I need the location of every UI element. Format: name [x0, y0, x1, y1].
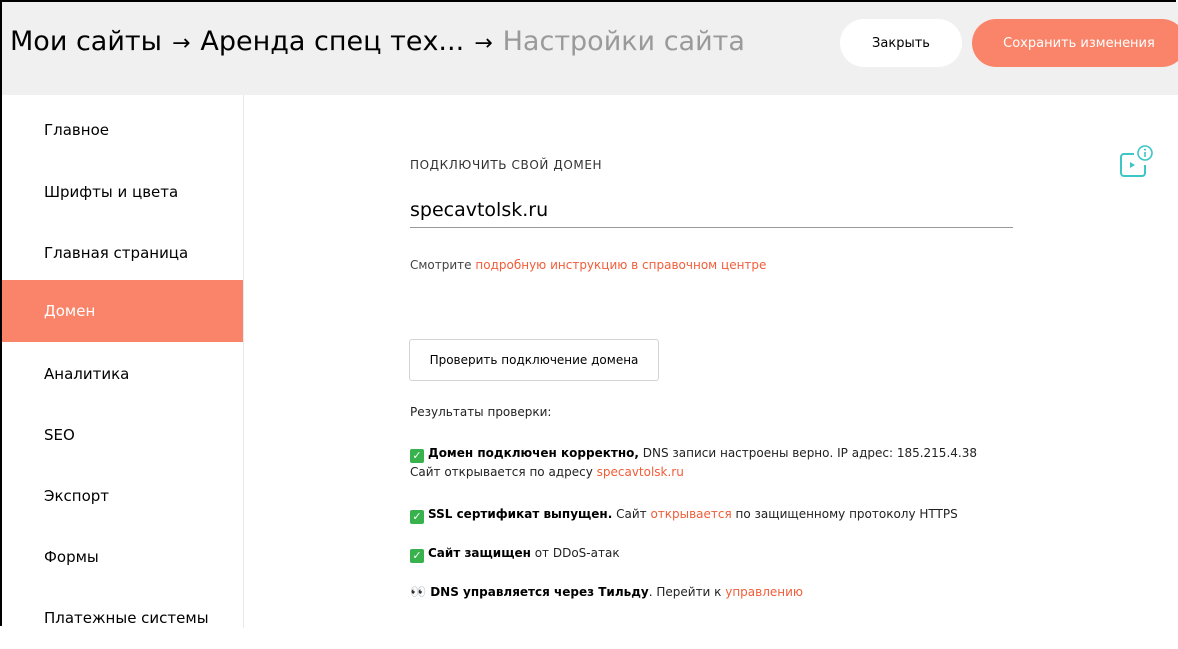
result-ssl-bold: SSL сертификат выпущен. — [428, 507, 613, 521]
check-domain-button[interactable]: Проверить подключение домена — [409, 339, 659, 381]
result-dns-bold: DNS управляется через Тильду — [430, 585, 649, 599]
result-site-opens: Сайт открывается по адресу specavtolsk.r… — [410, 465, 684, 479]
header: Мои сайты → Аренда спец тех... → Настройки с… — [2, 2, 1178, 95]
close-button[interactable]: Закрыть — [840, 19, 962, 67]
sidebar-item-label: Главная страница — [44, 244, 189, 262]
sidebar-item-main[interactable]: Главное — [2, 99, 243, 161]
sidebar-item-domain[interactable]: Домен — [2, 280, 243, 342]
sidebar-item-label: SEO — [44, 426, 75, 444]
breadcrumb-project[interactable]: Аренда спец тех... — [200, 26, 464, 57]
site-url-link[interactable]: specavtolsk.ru — [597, 465, 684, 479]
sidebar-item-label: Аналитика — [44, 365, 130, 383]
breadcrumb-arrow: → — [171, 31, 191, 56]
breadcrumb-my-sites[interactable]: Мои сайты — [10, 26, 162, 57]
sidebar-item-home-page[interactable]: Главная страница — [2, 222, 243, 284]
dns-management-link[interactable]: управлению — [725, 585, 803, 599]
check-icon: ✓ — [410, 549, 424, 563]
sidebar-item-analytics[interactable]: Аналитика — [2, 343, 243, 405]
sidebar-item-payment-systems[interactable]: Платежные системы — [2, 587, 243, 649]
domain-section-label: ПОДКЛЮЧИТЬ СВОЙ ДОМЕН — [410, 158, 603, 172]
sidebar-item-label: Главное — [44, 121, 109, 139]
sidebar-item-label: Домен — [44, 302, 96, 320]
result-dns: 👀 DNS управляется через Тильду. Перейти к… — [410, 585, 803, 600]
sidebar-item-label: Шрифты и цвета — [44, 183, 179, 201]
breadcrumb: Мои сайты → Аренда спец тех... → Настройки с… — [10, 26, 745, 57]
sidebar: Главное Шрифты и цвета Главная страница … — [2, 95, 244, 628]
result-dns-text: . Перейти к — [648, 585, 726, 599]
breadcrumb-arrow: → — [474, 31, 493, 56]
sidebar-item-seo[interactable]: SEO — [2, 404, 243, 466]
result-domain-text: DNS записи настроены верно. IP адрес: 18… — [638, 446, 977, 460]
sidebar-item-forms[interactable]: Формы — [2, 526, 243, 588]
ssl-open-link[interactable]: открывается — [650, 507, 731, 521]
sidebar-item-label: Формы — [44, 548, 99, 566]
sidebar-item-export[interactable]: Экспорт — [2, 465, 243, 527]
results-label: Результаты проверки: — [410, 405, 552, 419]
save-button[interactable]: Сохранить изменения — [972, 19, 1178, 67]
sidebar-item-label: Платежные системы — [44, 609, 209, 627]
domain-input[interactable] — [410, 193, 1013, 228]
help-text: Смотрите подробную инструкцию в справочн… — [410, 258, 766, 272]
breadcrumb-current: Настройки сайта — [502, 26, 745, 57]
sidebar-item-label: Экспорт — [44, 487, 110, 505]
result-opens-prefix: Сайт открывается по адресу — [410, 465, 597, 479]
eyes-icon: 👀 — [410, 585, 427, 600]
video-info-icon[interactable] — [1118, 143, 1154, 179]
sidebar-item-fonts-colors[interactable]: Шрифты и цвета — [2, 161, 243, 223]
result-domain-bold: Домен подключен корректно, — [428, 446, 639, 460]
result-ddos: ✓ Сайт защищен от DDoS-атак — [410, 546, 620, 563]
check-icon: ✓ — [410, 449, 424, 463]
help-center-link[interactable]: подробную инструкцию в справочном центре — [475, 258, 766, 272]
result-domain-connected: ✓ Домен подключен корректно, DNS записи н… — [410, 446, 977, 463]
result-ssl: ✓ SSL сертификат выпущен. Сайт открываетс… — [410, 507, 958, 524]
check-icon: ✓ — [410, 510, 424, 524]
result-ssl-text-end: по защищенному протоколу HTTPS — [731, 507, 958, 521]
result-ddos-bold: Сайт защищен — [428, 546, 531, 560]
result-ddos-text: от DDoS-атак — [530, 546, 620, 560]
help-prefix: Смотрите — [410, 258, 476, 272]
result-ssl-text: Сайт — [612, 507, 651, 521]
